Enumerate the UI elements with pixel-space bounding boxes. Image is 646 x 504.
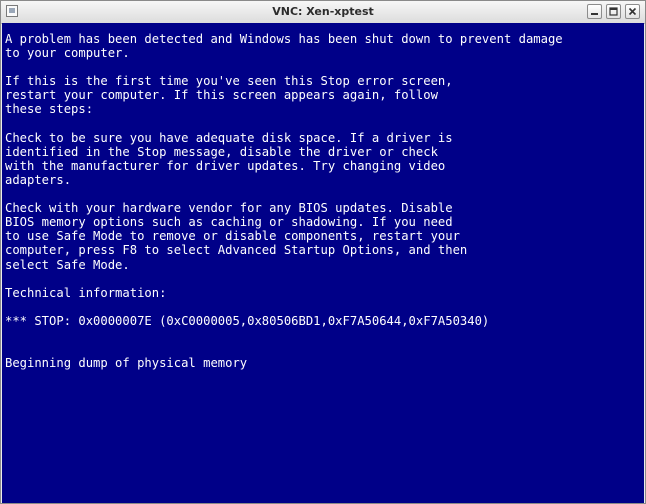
error-text-line bbox=[5, 272, 563, 286]
error-text-line: with the manufacturer for driver updates… bbox=[5, 158, 446, 173]
vnc-window: VNC: Xen-xptest A problem has been detec… bbox=[0, 0, 646, 504]
error-text-line: identified in the Stop message, disable … bbox=[5, 144, 438, 159]
error-text-line: these steps: bbox=[5, 102, 94, 117]
error-text-line: If this is the first time you've seen th… bbox=[5, 74, 453, 89]
close-icon bbox=[628, 7, 637, 16]
window-title: VNC: Xen-xptest bbox=[272, 5, 374, 18]
close-button[interactable] bbox=[625, 4, 640, 19]
remote-screen[interactable]: A problem has been detected and Windows … bbox=[2, 23, 644, 503]
error-text-line: select Safe Mode. bbox=[5, 257, 130, 272]
error-text-line bbox=[5, 117, 563, 131]
error-text-line: to use Safe Mode to remove or disable co… bbox=[5, 229, 460, 244]
error-text-line: Check to be sure you have adequate disk … bbox=[5, 130, 453, 145]
error-text-line: *** STOP: 0x0000007E (0xC0000005,0x80506… bbox=[5, 313, 490, 328]
error-text-line: adapters. bbox=[5, 172, 72, 187]
error-text-line: BIOS memory options such as caching or s… bbox=[5, 215, 453, 230]
error-text-line bbox=[5, 300, 563, 314]
title-bar[interactable]: VNC: Xen-xptest bbox=[1, 1, 645, 24]
minimize-icon bbox=[591, 13, 598, 15]
error-text-line bbox=[5, 187, 563, 201]
error-text-line: A problem has been detected and Windows … bbox=[5, 32, 563, 46]
error-text-line: computer, press F8 to select Advanced St… bbox=[5, 243, 468, 258]
stop-error-text: A problem has been detected and Windows … bbox=[5, 32, 563, 370]
maximize-icon bbox=[609, 7, 618, 16]
error-text-line: Check with your hardware vendor for any … bbox=[5, 201, 453, 216]
error-text-line: Beginning dump of physical memory bbox=[5, 356, 248, 371]
minimize-button[interactable] bbox=[587, 4, 602, 19]
error-text-line bbox=[5, 328, 563, 342]
maximize-button[interactable] bbox=[606, 4, 621, 19]
error-text-line: restart your computer. If this screen ap… bbox=[5, 88, 438, 103]
error-text-line: Technical information: bbox=[5, 285, 167, 300]
error-text-line: to your computer. bbox=[5, 46, 130, 61]
error-text-line bbox=[5, 342, 563, 356]
error-text-line bbox=[5, 60, 563, 74]
